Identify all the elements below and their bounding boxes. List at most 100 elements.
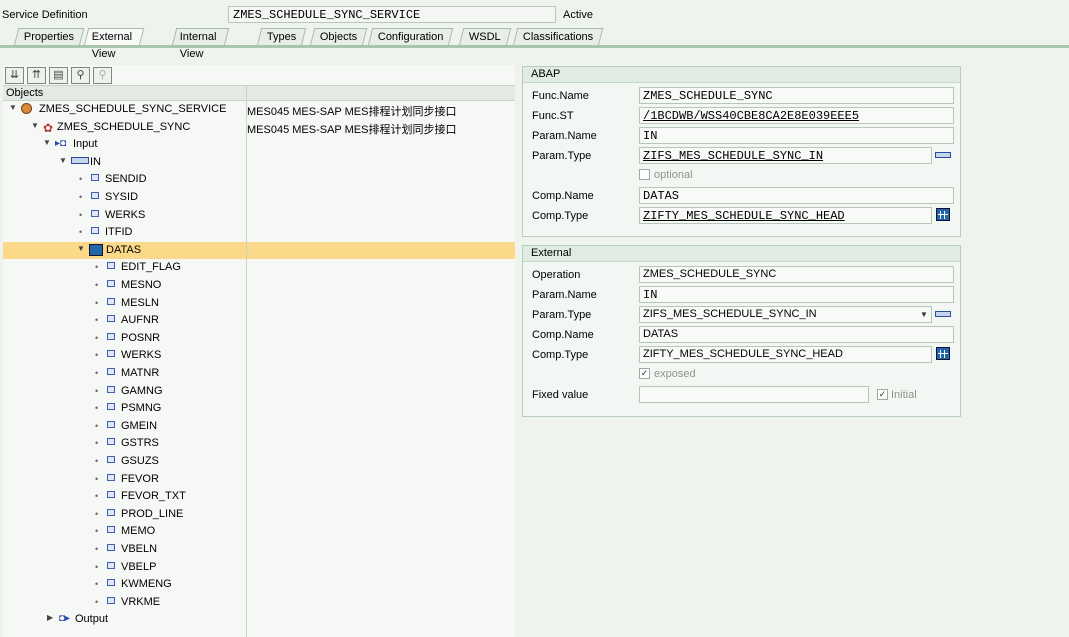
bullet-icon: • [95, 491, 99, 502]
ext-comp-name-field[interactable]: DATAS [639, 326, 954, 343]
tab-objects[interactable]: Objects [309, 28, 368, 46]
tab-internal-view[interactable]: Internal View [171, 28, 229, 60]
ext-structure-icon[interactable] [935, 311, 951, 317]
tree-row-field[interactable]: • MEMO [3, 523, 515, 541]
expand-arrow-icon[interactable]: ▼ [77, 244, 85, 253]
expand-arrow-icon[interactable]: ▼ [43, 138, 51, 147]
abap-group-title: ABAP [523, 67, 960, 83]
tree-row-field[interactable]: • FEVOR [3, 471, 515, 489]
tree-row-field[interactable]: • WERKS [3, 207, 515, 225]
tab-types[interactable]: Types [256, 28, 307, 46]
service-definition-field[interactable]: ZMES_SCHEDULE_SYNC_SERVICE [228, 6, 556, 23]
func-st-link[interactable]: /1BCDWB/WSS40CBE8CA2E8E039EEE5 [643, 109, 859, 123]
table-type-icon[interactable] [936, 208, 950, 221]
tree-node-label: EDIT_FLAG [121, 261, 181, 274]
tree-row-table[interactable]: ▼ DATAS [3, 241, 515, 260]
tree-row-field[interactable]: • MATNR [3, 365, 515, 383]
field-icon [107, 525, 115, 537]
tree-row-output[interactable]: ▶ ◘▸ Output [3, 611, 515, 629]
ext-param-name-field[interactable]: IN [639, 286, 954, 303]
param-name-field[interactable]: IN [639, 127, 954, 144]
tree-row-field[interactable]: • PROD_LINE [3, 506, 515, 524]
tree-row-operation[interactable]: ▼ ✿ ZMES_SCHEDULE_SYNC MES045 MES-SAP MES排程… [3, 119, 515, 137]
structure-icon[interactable] [935, 152, 951, 158]
find-icon[interactable]: ⚲ [71, 67, 90, 84]
tree-node-label: WERKS [121, 349, 162, 362]
tree-row-field[interactable]: • AUFNR [3, 312, 515, 330]
status-text: Active [563, 9, 593, 21]
operation-field[interactable]: ZMES_SCHEDULE_SYNC [639, 266, 954, 283]
tree-row-input[interactable]: ▼ ▸◘ Input [3, 136, 515, 154]
tree-node-label: MESNO [121, 279, 162, 291]
comp-name-field[interactable]: DATAS [639, 187, 954, 204]
find-next-icon[interactable]: ⚲ [93, 67, 112, 84]
tree-node-label: POSNR [121, 331, 161, 344]
bullet-icon: • [79, 174, 83, 185]
expand-arrow-icon[interactable]: ▼ [59, 156, 67, 165]
param-type-link[interactable]: ZIFS_MES_SCHEDULE_SYNC_IN [643, 149, 823, 163]
tree-row-field[interactable]: • MESLN [3, 295, 515, 313]
tree-row-field[interactable]: • MESNO [3, 277, 515, 295]
tree-row-field[interactable]: • PSMNG [3, 400, 515, 418]
tab-configuration[interactable]: Configuration [367, 28, 454, 46]
tab-wsdl[interactable]: WSDL [458, 28, 512, 46]
expand-arrow-icon[interactable]: ▼ [9, 103, 17, 112]
ext-table-type-icon[interactable] [936, 347, 950, 360]
bullet-icon: • [95, 456, 99, 466]
tree-row-field[interactable]: • FEVOR_TXT [3, 488, 515, 506]
field-icon [107, 385, 115, 397]
tree-row-field[interactable]: • SENDID [3, 171, 515, 189]
expand-all-icon[interactable]: ⇊ [5, 67, 24, 84]
func-name-label: Func.Name [532, 90, 589, 102]
tree-row-field[interactable]: • KWMENG [3, 576, 515, 594]
objects-panel: ⇊ ⇈ ▤ ⚲ ⚲ Objects ▼ ZMES_SCHEDULE_SYNC_SE… [3, 65, 515, 637]
tree-row-field[interactable]: • SYSID [3, 189, 515, 207]
initial-checkbox[interactable]: ✓ [877, 389, 888, 400]
tree-row-field[interactable]: • GSUZS [3, 453, 515, 471]
expand-arrow-icon[interactable]: ▼ [31, 121, 39, 130]
optional-checkbox[interactable] [639, 169, 650, 180]
external-group-title: External [523, 246, 960, 262]
tree-row-service[interactable]: ▼ ZMES_SCHEDULE_SYNC_SERVICE MES045 MES-SA… [3, 101, 515, 119]
bullet-icon: • [95, 332, 99, 343]
ext-comp-type-label: Comp.Type [532, 349, 589, 361]
field-icon [107, 596, 115, 608]
tree-row-field[interactable]: • ITFID [3, 224, 515, 242]
tree-row-field[interactable]: • VRKME [3, 594, 515, 612]
tree-row-field[interactable]: • GSTRS [3, 435, 515, 453]
details-icon[interactable]: ▤ [49, 67, 68, 84]
tree-row-param[interactable]: ▼ IN [3, 154, 515, 172]
field-icon [107, 508, 115, 520]
field-icon [107, 367, 115, 379]
tab-external-view[interactable]: External View [83, 28, 145, 60]
tab-label: Types [266, 31, 297, 43]
tab-properties[interactable]: Properties [13, 28, 85, 46]
comp-type-field[interactable]: ZIFTY_MES_SCHEDULE_SYNC_HEAD [639, 207, 932, 224]
field-icon [107, 437, 115, 449]
tree-row-field[interactable]: • EDIT_FLAG [3, 259, 515, 277]
param-type-field[interactable]: ZIFS_MES_SCHEDULE_SYNC_IN [639, 147, 932, 164]
tree-row-field[interactable]: • VBELN [3, 541, 515, 559]
tree-row-field[interactable]: • POSNR [3, 330, 515, 348]
collapse-all-icon[interactable]: ⇈ [27, 67, 46, 84]
tree-row-field[interactable]: • GMEIN [3, 418, 515, 436]
tree-row-field[interactable]: • GAMNG [3, 383, 515, 401]
func-st-field[interactable]: /1BCDWB/WSS40CBE8CA2E8E039EEE5 [639, 107, 954, 124]
tab-label: Classifications [522, 31, 594, 43]
tree-node-label: ZMES_SCHEDULE_SYNC [57, 120, 191, 133]
func-name-field[interactable]: ZMES_SCHEDULE_SYNC [639, 87, 954, 104]
fixed-value-field[interactable] [639, 386, 869, 403]
exposed-checkbox[interactable]: ✓ [639, 368, 650, 379]
tree-row-field[interactable]: • WERKS [3, 347, 515, 365]
tree-node-label: Input [73, 138, 98, 151]
tree-node-label: PROD_LINE [121, 507, 184, 520]
tree-header: Objects [3, 85, 515, 101]
collapse-arrow-icon[interactable]: ▶ [47, 613, 55, 622]
field-icon [91, 173, 99, 185]
ext-comp-type-field[interactable]: ZIFTY_MES_SCHEDULE_SYNC_HEAD [639, 346, 932, 363]
tab-classifications[interactable]: Classifications [512, 28, 604, 46]
comp-type-link[interactable]: ZIFTY_MES_SCHEDULE_SYNC_HEAD [643, 209, 845, 223]
chevron-down-icon[interactable]: ▼ [920, 310, 928, 319]
ext-param-type-dropdown[interactable]: ZIFS_MES_SCHEDULE_SYNC_IN [639, 306, 932, 323]
tree-row-field[interactable]: • VBELP [3, 559, 515, 577]
